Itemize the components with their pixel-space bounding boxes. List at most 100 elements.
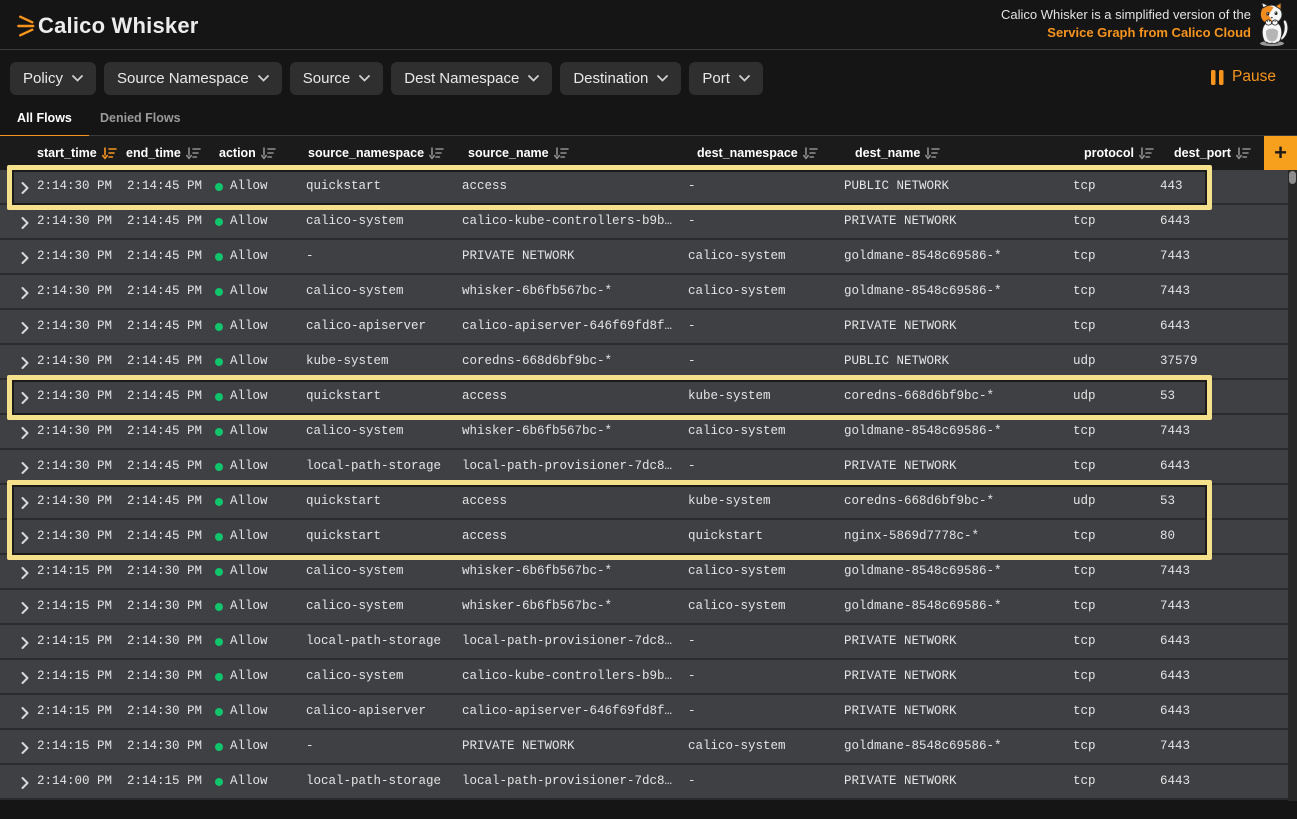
cell-end_time: 2:14:45 PM xyxy=(127,205,202,238)
cell-dest_name: PRIVATE NETWORK xyxy=(844,765,957,798)
sort-icon xyxy=(803,147,818,160)
chevron-down-icon xyxy=(739,75,750,82)
cell-dest_name: goldmane-8548c69586-* xyxy=(844,555,1002,588)
cell-dest_name: PRIVATE NETWORK xyxy=(844,310,957,343)
column-header-start_time[interactable]: start_time xyxy=(37,136,117,170)
action-allow-dot xyxy=(215,183,223,191)
column-header-action[interactable]: action xyxy=(219,136,276,170)
cell-source_namespace: quickstart xyxy=(306,520,381,553)
cell-dest_namespace: - xyxy=(688,205,696,238)
cell-protocol: udp xyxy=(1073,380,1096,413)
service-graph-link[interactable]: Service Graph from Calico Cloud xyxy=(1047,24,1251,42)
column-header-dest_port[interactable]: dest_port xyxy=(1174,136,1251,170)
flow-row[interactable]: 2:14:15 PM2:14:30 PMAllowcalico-systemwh… xyxy=(0,555,1288,590)
filter-chip-port[interactable]: Port xyxy=(689,62,763,95)
cell-dest_name: coredns-668d6bf9bc-* xyxy=(844,485,994,518)
flow-row[interactable]: 2:14:30 PM2:14:45 PMAllowcalico-apiserve… xyxy=(0,310,1288,345)
row-expander[interactable] xyxy=(21,742,29,758)
flow-row[interactable]: 2:14:00 PM2:14:15 PMAllowlocal-path-stor… xyxy=(0,765,1288,800)
flow-row[interactable]: 2:14:30 PM2:14:45 PMAllowcalico-systemwh… xyxy=(0,275,1288,310)
flow-row[interactable]: 2:14:30 PM2:14:45 PMAllowkube-systemcore… xyxy=(0,345,1288,380)
cell-protocol: tcp xyxy=(1073,590,1096,623)
filter-chip-source[interactable]: Source xyxy=(290,62,384,95)
flow-row[interactable]: 2:14:15 PM2:14:30 PMAllowcalico-systemwh… xyxy=(0,590,1288,625)
filter-chip-dest-namespace[interactable]: Dest Namespace xyxy=(391,62,552,95)
row-expander[interactable] xyxy=(21,602,29,618)
row-expander[interactable] xyxy=(21,567,29,583)
row-expander[interactable] xyxy=(21,637,29,653)
row-expander[interactable] xyxy=(21,707,29,723)
row-expander[interactable] xyxy=(21,392,29,408)
flow-row[interactable]: 2:14:30 PM2:14:45 PMAllowcalico-systemwh… xyxy=(0,415,1288,450)
tab-all-flows[interactable]: All Flows xyxy=(0,100,89,136)
vertical-scrollbar-track[interactable] xyxy=(1288,170,1297,801)
row-expander[interactable] xyxy=(21,252,29,268)
flow-row[interactable]: 2:14:30 PM2:14:45 PMAllowquickstartacces… xyxy=(0,380,1288,415)
action-allow-dot xyxy=(215,253,223,261)
action-allow-dot xyxy=(215,533,223,541)
chevron-down-icon xyxy=(528,75,539,82)
row-expander[interactable] xyxy=(21,217,29,233)
filter-chips: Policy Source Namespace SourceDest Namespa… xyxy=(10,62,763,95)
column-header-source_namespace[interactable]: source_namespace xyxy=(308,136,444,170)
cell-start_time: 2:14:30 PM xyxy=(37,450,112,483)
cell-protocol: tcp xyxy=(1073,520,1096,553)
action-allow-dot xyxy=(215,323,223,331)
pause-button[interactable]: Pause xyxy=(1211,61,1276,93)
flow-row[interactable]: 2:14:30 PM2:14:45 PMAllowlocal-path-stor… xyxy=(0,450,1288,485)
column-header-protocol[interactable]: protocol xyxy=(1084,136,1154,170)
add-column-button[interactable]: + xyxy=(1264,136,1297,170)
cell-start_time: 2:14:30 PM xyxy=(37,485,112,518)
row-expander[interactable] xyxy=(21,182,29,198)
filter-chip-destination[interactable]: Destination xyxy=(560,62,681,95)
row-expander[interactable] xyxy=(21,322,29,338)
tab-denied-flows[interactable]: Denied Flows xyxy=(83,100,198,136)
cell-source_name: access xyxy=(462,380,507,413)
filter-bar: Policy Source Namespace SourceDest Namespa… xyxy=(0,51,1297,100)
flow-row[interactable]: 2:14:15 PM2:14:30 PMAllowlocal-path-stor… xyxy=(0,625,1288,660)
cell-dest_namespace: calico-system xyxy=(688,590,786,623)
cell-dest_port: 37579 xyxy=(1160,345,1198,378)
row-expander[interactable] xyxy=(21,532,29,548)
column-header-end_time[interactable]: end_time xyxy=(126,136,201,170)
flow-row[interactable]: 2:14:30 PM2:14:45 PMAllowquickstartacces… xyxy=(0,520,1288,555)
cell-action: Allow xyxy=(230,485,268,518)
cell-dest_name: goldmane-8548c69586-* xyxy=(844,275,1002,308)
action-allow-dot xyxy=(215,358,223,366)
filter-chip-policy[interactable]: Policy xyxy=(10,62,96,95)
cell-protocol: tcp xyxy=(1073,205,1096,238)
flow-row[interactable]: 2:14:15 PM2:14:30 PMAllowcalico-apiserve… xyxy=(0,695,1288,730)
column-header-dest_name[interactable]: dest_name xyxy=(855,136,940,170)
cell-dest_port: 53 xyxy=(1160,485,1175,518)
cell-dest_name: goldmane-8548c69586-* xyxy=(844,240,1002,273)
sort-descending-active-icon xyxy=(102,147,117,160)
filter-chip-label: Source Namespace xyxy=(117,70,249,87)
row-expander[interactable] xyxy=(21,357,29,373)
flow-row[interactable]: 2:14:15 PM2:14:30 PMAllowcalico-systemca… xyxy=(0,660,1288,695)
cell-start_time: 2:14:30 PM xyxy=(37,520,112,553)
flow-row[interactable]: 2:14:15 PM2:14:30 PMAllow-PRIVATE NETWOR… xyxy=(0,730,1288,765)
column-header-source_name[interactable]: source_name xyxy=(468,136,569,170)
flow-row[interactable]: 2:14:30 PM2:14:45 PMAllowquickstartacces… xyxy=(0,485,1288,520)
action-allow-dot xyxy=(215,673,223,681)
cell-protocol: tcp xyxy=(1073,555,1096,588)
filter-chip-source-namespace[interactable]: Source Namespace xyxy=(104,62,282,95)
row-expander[interactable] xyxy=(21,287,29,303)
vertical-scrollbar-thumb[interactable] xyxy=(1289,171,1296,184)
flow-row[interactable]: 2:14:30 PM2:14:45 PMAllowquickstartacces… xyxy=(0,170,1288,205)
row-expander[interactable] xyxy=(21,427,29,443)
row-expander[interactable] xyxy=(21,497,29,513)
cell-end_time: 2:14:45 PM xyxy=(127,485,202,518)
cell-source_namespace: local-path-storage xyxy=(306,765,441,798)
cell-source_name: access xyxy=(462,485,507,518)
flow-row[interactable]: 2:14:30 PM2:14:45 PMAllow-PRIVATE NETWOR… xyxy=(0,240,1288,275)
row-expander[interactable] xyxy=(21,777,29,793)
row-expander[interactable] xyxy=(21,672,29,688)
cell-protocol: tcp xyxy=(1073,730,1096,763)
column-header-dest_namespace[interactable]: dest_namespace xyxy=(697,136,818,170)
row-expander-chevron-icon xyxy=(21,322,29,334)
row-expander[interactable] xyxy=(21,462,29,478)
cell-protocol: udp xyxy=(1073,485,1096,518)
filter-chip-chevron xyxy=(739,75,750,82)
flow-row[interactable]: 2:14:30 PM2:14:45 PMAllowcalico-systemca… xyxy=(0,205,1288,240)
